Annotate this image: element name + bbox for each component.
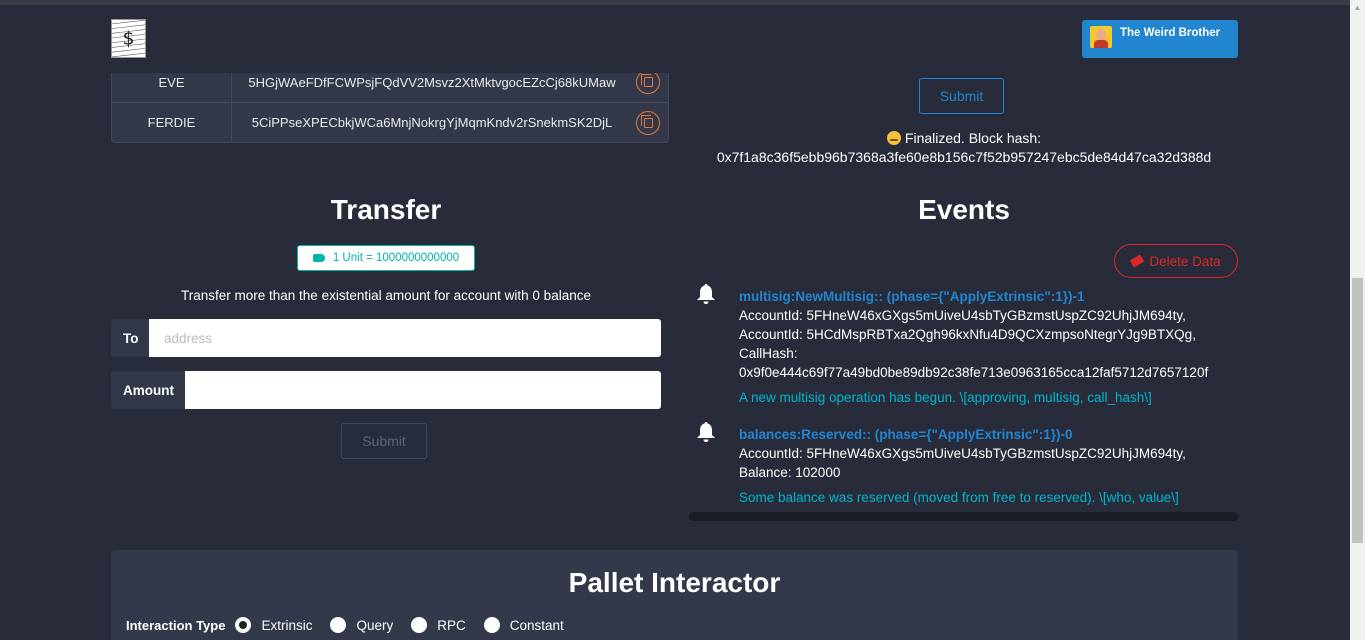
delete-data-button[interactable]: Delete Data bbox=[1114, 244, 1238, 278]
logo-icon: $ bbox=[112, 20, 145, 57]
svg-text:$: $ bbox=[123, 29, 135, 50]
transfer-title: Transfer bbox=[330, 194, 442, 225]
event-line: Balance: 102000 bbox=[739, 465, 841, 480]
radio-label: Query bbox=[356, 617, 394, 633]
event-body: multisig:NewMultisig:: (phase={"ApplyExt… bbox=[739, 287, 1238, 407]
radio-query[interactable]: Query bbox=[330, 617, 393, 633]
event-doc: A new multisig operation has begun. \[ap… bbox=[739, 390, 1152, 405]
block-hash: 0x7f1a8c36f5ebb96b7368a3fe60e8b156c7f52b… bbox=[716, 149, 1212, 165]
delete-data-label: Delete Data bbox=[1149, 253, 1221, 269]
submit-button[interactable]: Submit bbox=[919, 78, 1004, 114]
unit-label: 1 Unit = 1000000000000 bbox=[297, 245, 475, 271]
transfer-description: Transfer more than the existential amoun… bbox=[181, 288, 591, 303]
pallet-interactor-title: Pallet Interactor bbox=[568, 567, 781, 598]
amount-field: Amount bbox=[111, 371, 661, 409]
copy-icon bbox=[640, 114, 653, 128]
page-scrollbar-thumb[interactable] bbox=[1352, 278, 1363, 543]
events-horizontal-scrollbar[interactable] bbox=[689, 512, 1238, 521]
to-field: To bbox=[111, 319, 661, 357]
hand-point-right-icon bbox=[312, 254, 325, 262]
radio-constant[interactable]: Constant bbox=[483, 617, 564, 633]
radio-rpc[interactable]: RPC bbox=[411, 617, 466, 633]
event-body: balances:Reserved:: (phase={"ApplyExtrin… bbox=[739, 425, 1238, 507]
avatar bbox=[1090, 26, 1112, 48]
amount-label: Amount bbox=[111, 371, 185, 409]
bell-icon bbox=[697, 422, 715, 442]
copy-address-button[interactable] bbox=[636, 70, 660, 94]
to-address-input[interactable] bbox=[149, 319, 661, 357]
bell-icon bbox=[697, 284, 715, 304]
events-feed[interactable]: multisig:NewMultisig:: (phase={"ApplyExt… bbox=[690, 283, 1238, 513]
account-selector-button[interactable]: The Weird Brother bbox=[1082, 20, 1238, 58]
wink-emoji-icon bbox=[886, 131, 901, 145]
to-label: To bbox=[111, 319, 149, 357]
interaction-type-group: Interaction Type Extrinsic Query RPC Con… bbox=[126, 614, 582, 636]
table-row: FERDIE 5CiPPseXPECbkjWCa6MnjNokrgYjMqmKn… bbox=[112, 102, 668, 142]
radio-extrinsic[interactable]: Extrinsic bbox=[235, 617, 312, 633]
transaction-status: Finalized. Block hash: 0x7f1a8c36f5ebb96… bbox=[690, 129, 1238, 167]
app-logo[interactable]: $ bbox=[111, 19, 146, 58]
events-title: Events bbox=[918, 194, 1010, 225]
radio-button[interactable] bbox=[235, 617, 252, 633]
radio-button[interactable] bbox=[330, 617, 347, 633]
eraser-icon bbox=[1130, 254, 1145, 268]
radio-button[interactable] bbox=[483, 617, 500, 633]
status-text: Finalized. Block hash: bbox=[904, 130, 1042, 146]
account-address: 5HGjWAeFDfFCWPsjFQdVV2Msvz2XtMktvgocEZcC… bbox=[248, 74, 616, 90]
event-line: 0x9f0e444c69f77a49bd0be89db92c38fe713e09… bbox=[739, 365, 1209, 380]
event-line: AccountId: 5FHneW46xGXgs5mUiveU4sbTyGBzm… bbox=[739, 308, 1186, 323]
unit-label-text: 1 Unit = 1000000000000 bbox=[332, 252, 460, 264]
scroll-up-arrow-icon[interactable]: ▲ bbox=[1350, 0, 1365, 15]
interaction-type-label: Interaction Type bbox=[126, 617, 226, 633]
radio-label: Extrinsic bbox=[261, 617, 313, 633]
radio-button[interactable] bbox=[411, 617, 428, 633]
account-name: FERDIE bbox=[112, 103, 232, 142]
accounts-table: EVE 5HGjWAeFDfFCWPsjFQdVV2Msvz2XtMktvgoc… bbox=[111, 62, 669, 143]
account-address: 5CiPPseXPECbkjWCa6MnjNokrgYjMqmKndv2rSne… bbox=[251, 115, 613, 130]
event-line: AccountId: 5FHneW46xGXgs5mUiveU4sbTyGBzm… bbox=[739, 446, 1186, 461]
radio-label: RPC bbox=[437, 617, 466, 633]
account-name-label: The Weird Brother bbox=[1120, 27, 1221, 39]
radio-label: Constant bbox=[509, 617, 564, 633]
copy-icon bbox=[640, 74, 653, 87]
event-line: CallHash: bbox=[739, 346, 798, 361]
event-summary: multisig:NewMultisig:: (phase={"ApplyExt… bbox=[739, 289, 1085, 304]
amount-input[interactable] bbox=[185, 371, 661, 409]
copy-address-button[interactable] bbox=[636, 110, 660, 135]
transfer-submit-button[interactable]: Submit bbox=[341, 423, 427, 459]
event-line: AccountId: 5HCdMspRBTxa2Qgh96kxNfu4D9QCX… bbox=[739, 327, 1196, 342]
event-summary: balances:Reserved:: (phase={"ApplyExtrin… bbox=[739, 427, 1073, 442]
event-doc: Some balance was reserved (moved from fr… bbox=[739, 490, 1179, 505]
